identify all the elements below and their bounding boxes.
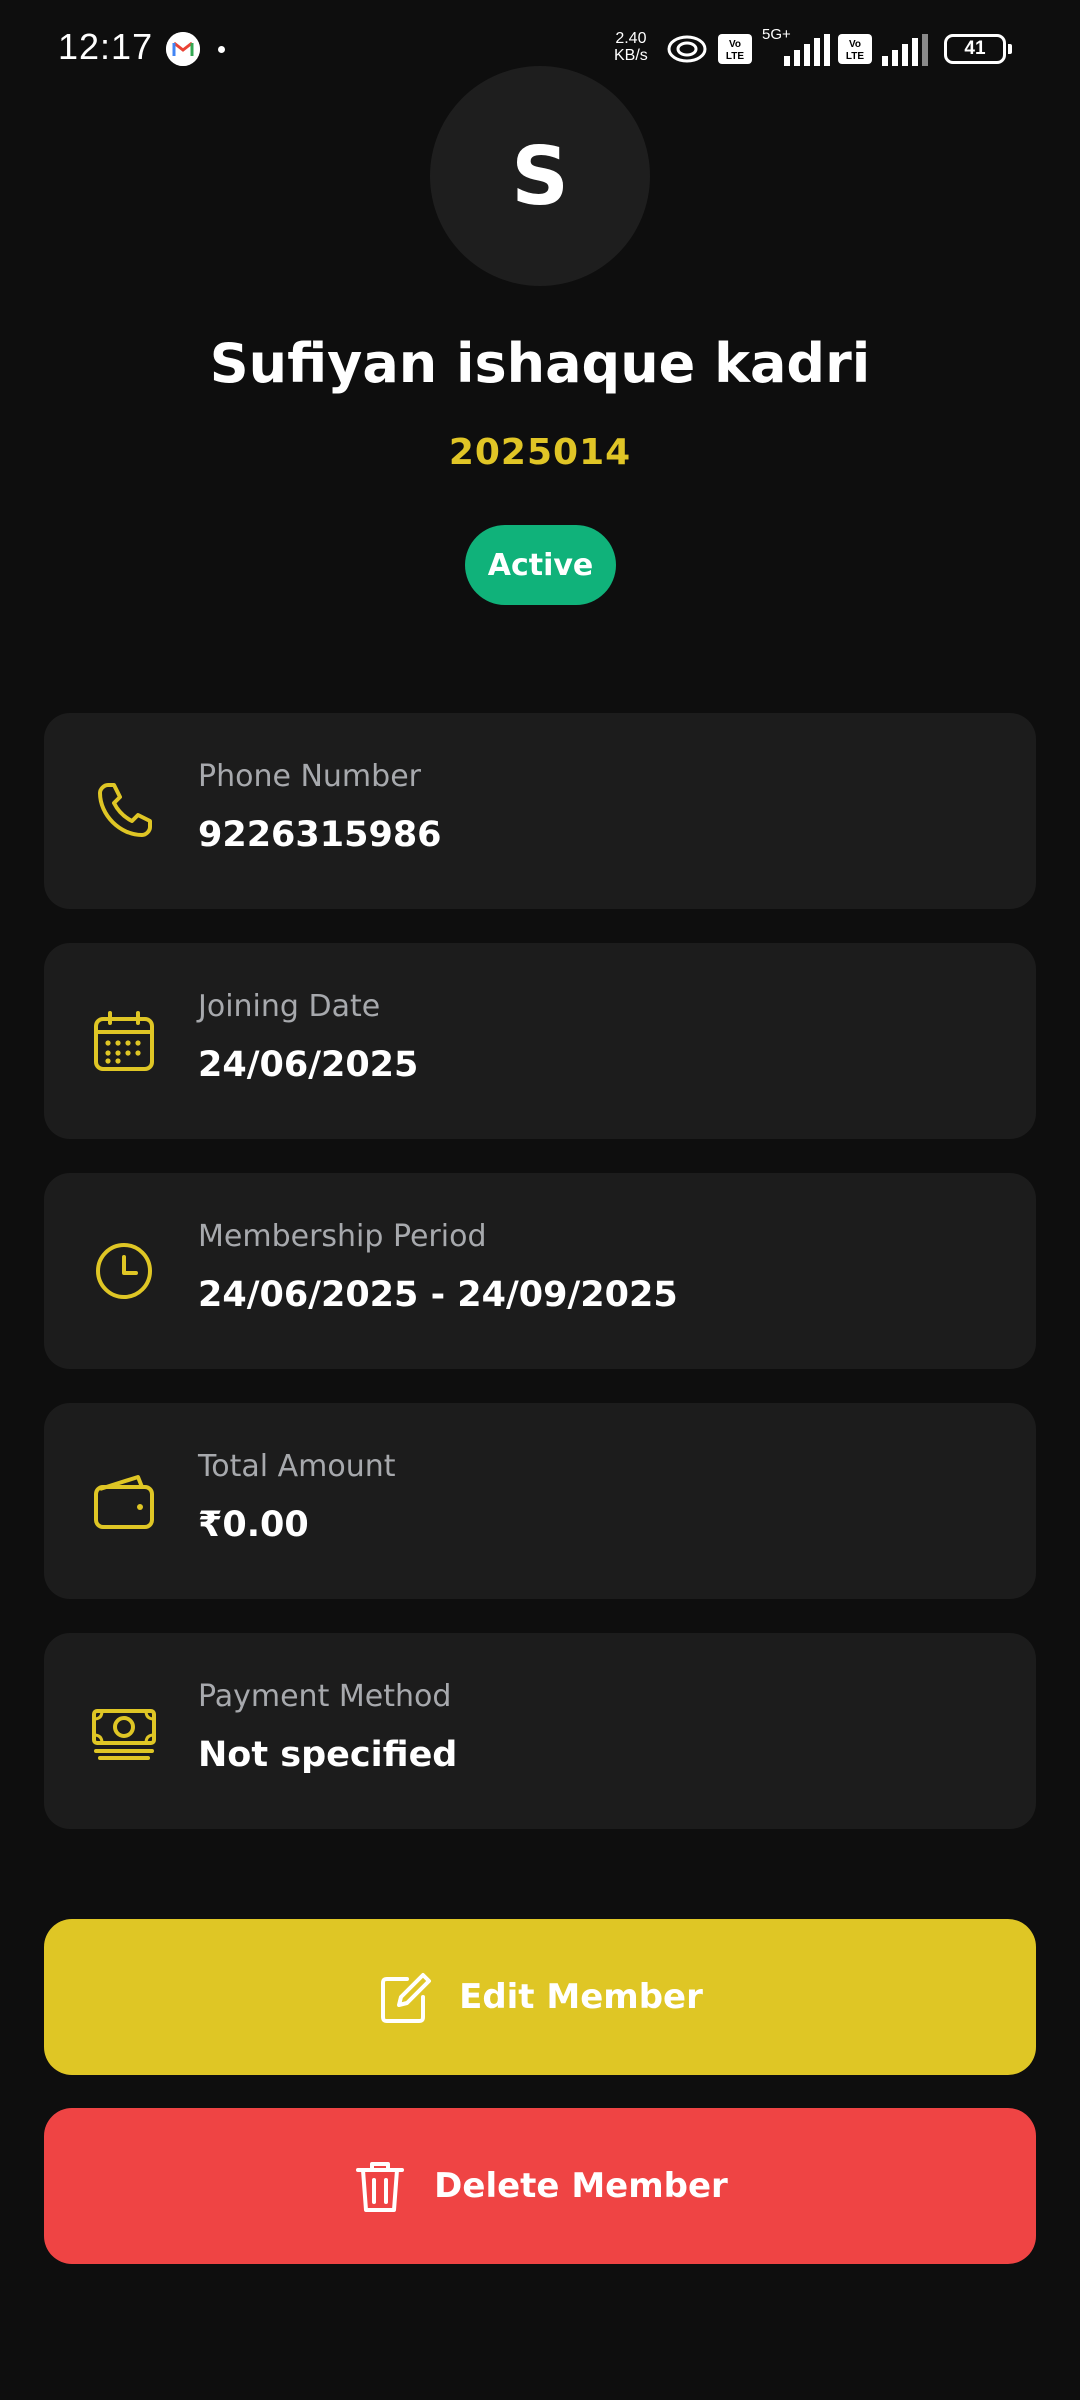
volte-icon: Vo LTE — [718, 34, 752, 64]
detail-card-membership-period: Membership Period 24/06/2025 - 24/09/202… — [44, 1173, 1036, 1369]
trash-icon — [352, 2158, 408, 2214]
gmail-icon — [166, 32, 200, 66]
detail-card-joining-date: Joining Date 24/06/2025 — [44, 943, 1036, 1139]
detail-card-total-amount: Total Amount ₹0.00 — [44, 1403, 1036, 1599]
phone-icon — [88, 775, 160, 847]
member-name: Sufiyan ishaque kadri — [209, 332, 871, 395]
edit-icon — [377, 1969, 433, 2025]
detail-card-phone: Phone Number 9226315986 — [44, 713, 1036, 909]
volte-icon: Vo LTE — [838, 34, 872, 64]
notification-dot-icon — [218, 46, 225, 53]
battery-icon: 41 — [944, 34, 1012, 64]
member-id: 2025014 — [448, 432, 632, 473]
detail-value[interactable]: 9226315986 — [198, 815, 442, 855]
network-speed: 2.40 KB/s — [614, 30, 648, 64]
signal-icon — [882, 34, 928, 66]
delete-member-button[interactable]: Delete Member — [44, 2108, 1036, 2264]
signal-icon — [784, 34, 830, 66]
delete-member-label: Delete Member — [434, 2166, 728, 2206]
clock-icon — [88, 1235, 160, 1307]
detail-label: Membership Period — [198, 1219, 487, 1254]
avatar: S — [430, 66, 650, 286]
svg-text:Vo: Vo — [729, 39, 741, 50]
detail-label: Total Amount — [198, 1449, 396, 1484]
detail-value: Not specified — [198, 1735, 458, 1775]
detail-label: Joining Date — [198, 989, 381, 1024]
detail-value: 24/06/2025 - 24/09/2025 — [198, 1275, 678, 1315]
calendar-icon — [88, 1005, 160, 1077]
edit-member-button[interactable]: Edit Member — [44, 1919, 1036, 2075]
status-time: 12:17 — [58, 26, 154, 67]
detail-value: ₹0.00 — [198, 1505, 309, 1545]
svg-text:Vo: Vo — [849, 39, 861, 50]
detail-value: 24/06/2025 — [198, 1045, 419, 1085]
hotspot-icon — [667, 35, 707, 63]
cash-icon — [88, 1695, 160, 1767]
detail-label: Phone Number — [198, 759, 421, 794]
detail-label: Payment Method — [198, 1679, 452, 1714]
svg-text:LTE: LTE — [846, 51, 864, 62]
svg-text:LTE: LTE — [726, 51, 744, 62]
status-badge: Active — [465, 525, 616, 605]
wallet-icon — [88, 1465, 160, 1537]
detail-card-payment-method: Payment Method Not specified — [44, 1633, 1036, 1829]
edit-member-label: Edit Member — [459, 1977, 703, 2017]
